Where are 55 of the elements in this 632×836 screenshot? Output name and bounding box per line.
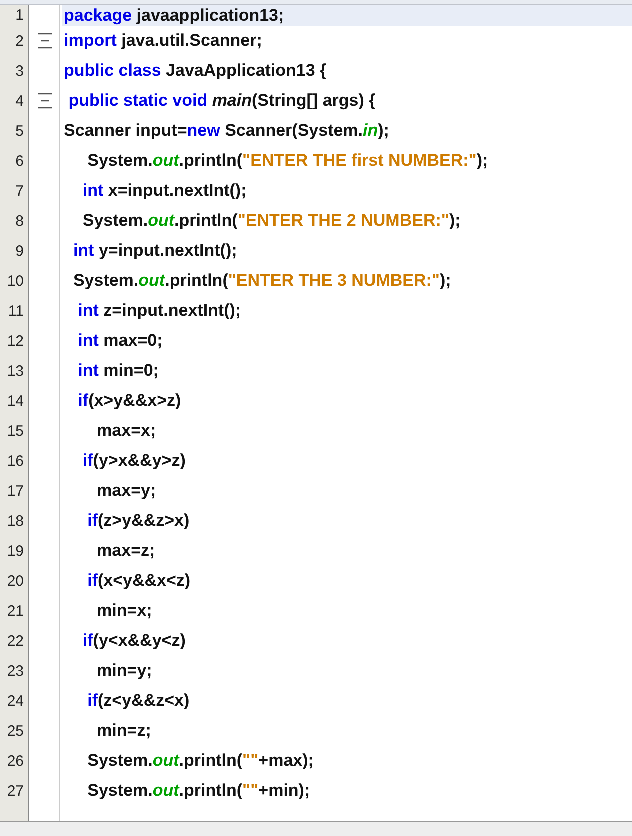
code-line: if(x<y&&x<z): [86, 570, 192, 592]
code-line: System.out.println("ENTER THE 2 NUMBER:");: [82, 210, 462, 232]
line-number: 17: [6, 482, 24, 500]
code-line: min=z;: [96, 720, 152, 742]
line-number: 14: [6, 392, 24, 410]
code-line: if(y>x&&y>z): [82, 450, 187, 472]
fold-marker-icon[interactable]: [37, 32, 53, 50]
line-number: 3: [14, 62, 24, 80]
line-number: 8: [14, 212, 24, 230]
line-number: 13: [6, 362, 24, 380]
code-line: min=x;: [96, 600, 154, 622]
code-line: int y=input.nextInt();: [72, 240, 238, 262]
line-number: 11: [7, 302, 24, 320]
line-number: 27: [6, 782, 24, 800]
line-number: 21: [6, 602, 24, 620]
line-number: 6: [14, 152, 24, 170]
line-number: 15: [6, 422, 24, 440]
code-line: System.out.println(""+min);: [86, 780, 312, 802]
line-number: 26: [6, 752, 24, 770]
line-number: 16: [6, 452, 24, 470]
code-line: max=x;: [96, 420, 158, 442]
code-line: if(z<y&&z<x): [86, 690, 191, 712]
code-line: int x=input.nextInt();: [82, 180, 248, 202]
line-number: 2: [14, 32, 24, 50]
line-number: 18: [6, 512, 24, 530]
line-number: 7: [14, 182, 24, 200]
code-line: int min=0;: [77, 360, 160, 382]
code-line: min=y;: [96, 660, 154, 682]
line-number: 20: [6, 572, 24, 590]
code-line: if(z>y&&z>x): [86, 510, 191, 532]
code-line: if(x>y&&x>z): [77, 390, 182, 412]
code-line: System.out.println(""+max);: [86, 750, 315, 772]
code-line: public class JavaApplication13 {: [63, 60, 328, 82]
line-number: 23: [6, 662, 24, 680]
line-number: 9: [14, 242, 24, 260]
code-line: Scanner input=new Scanner(System.in);: [63, 120, 390, 142]
line-number: 25: [6, 722, 24, 740]
code-line: max=z;: [96, 540, 156, 562]
code-line: if(y<x&&y<z): [82, 630, 187, 652]
line-number: 10: [6, 272, 24, 290]
code-line: public static void main(String[] args) {: [68, 90, 377, 112]
line-number: 24: [6, 692, 24, 710]
code-line: import java.util.Scanner;: [63, 30, 264, 52]
code-line: int z=input.nextInt();: [77, 300, 242, 322]
fold-marker-icon[interactable]: [37, 92, 53, 110]
code-line: int max=0;: [77, 330, 164, 352]
code-line: System.out.println("ENTER THE 3 NUMBER:");: [72, 270, 452, 292]
line-number: 1: [14, 6, 24, 26]
code-line: max=y;: [96, 480, 158, 502]
line-number: 12: [6, 332, 24, 350]
line-number: 19: [6, 542, 24, 560]
line-number: 4: [14, 92, 24, 110]
line-number: 5: [14, 122, 24, 140]
line-number: 22: [6, 632, 24, 650]
code-line: System.out.println("ENTER THE first NUMBER:");: [86, 150, 490, 172]
